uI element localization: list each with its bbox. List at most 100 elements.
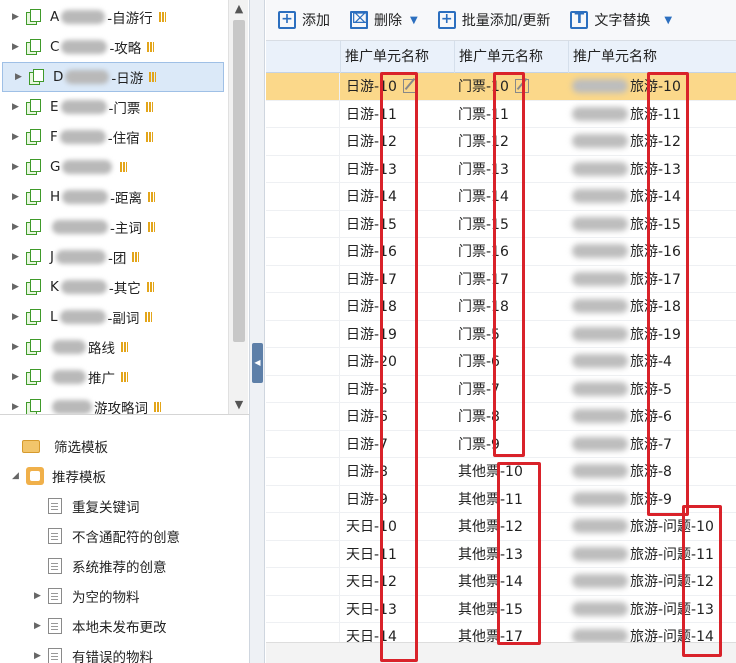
- table-cell[interactable]: 日游-11: [346, 101, 397, 128]
- expand-arrow-icon[interactable]: ▶: [12, 222, 22, 232]
- text-replace-button[interactable]: T 文字替换 ▼: [570, 6, 672, 34]
- row-header[interactable]: [266, 293, 340, 320]
- table-cell[interactable]: 旅游-问题-11: [572, 541, 714, 568]
- table-cell[interactable]: 天日-12: [346, 568, 397, 595]
- table-cell[interactable]: 门票-7: [458, 376, 500, 403]
- row-header[interactable]: [266, 595, 340, 623]
- table-cell[interactable]: 日游-12: [346, 128, 397, 155]
- expand-arrow-icon[interactable]: ▶: [12, 192, 22, 202]
- tree-item[interactable]: ▶ 游攻略词: [0, 392, 228, 414]
- expand-arrow-icon[interactable]: ▶: [12, 372, 22, 382]
- tree-item[interactable]: ▶ 路线: [0, 332, 228, 362]
- expand-arrow-icon[interactable]: ▶: [12, 42, 22, 52]
- tree-item[interactable]: ▶ L -副词: [0, 302, 228, 332]
- table-row[interactable]: 日游-14 门票-14 旅游-14: [266, 183, 736, 211]
- table-cell[interactable]: 旅游-4: [572, 348, 672, 375]
- table-cell[interactable]: 门票-15: [458, 211, 509, 238]
- table-row[interactable]: 日游-19 门票-5 旅游-19: [266, 320, 736, 348]
- table-row[interactable]: 天日-11 其他票-13 旅游-问题-11: [266, 540, 736, 568]
- table-cell[interactable]: 旅游-14: [572, 183, 681, 210]
- expand-arrow-icon[interactable]: ▶: [34, 621, 44, 631]
- expand-arrow-icon[interactable]: ▶: [12, 342, 22, 352]
- row-header[interactable]: [266, 458, 340, 485]
- tree-item[interactable]: ▶ A -自游行: [0, 2, 228, 32]
- tree-item[interactable]: ▶ E -门票: [0, 92, 228, 122]
- row-header[interactable]: [266, 210, 340, 238]
- table-cell[interactable]: 旅游-11: [572, 101, 681, 128]
- table-cell[interactable]: 旅游-16: [572, 238, 681, 265]
- table-cell[interactable]: 门票-9: [458, 431, 500, 458]
- table-cell[interactable]: 天日-10: [346, 513, 397, 540]
- bulk-add-update-button[interactable]: + 批量添加/更新: [437, 6, 550, 34]
- table-row[interactable]: 天日-10 其他票-12 旅游-问题-10: [266, 513, 736, 541]
- panel-splitter[interactable]: ◀: [250, 0, 265, 663]
- expand-arrow-icon[interactable]: ▶: [34, 651, 44, 661]
- table-cell[interactable]: 旅游-5: [572, 376, 672, 403]
- table-cell[interactable]: 天日-13: [346, 596, 397, 623]
- table-cell[interactable]: 旅游-15: [572, 211, 681, 238]
- row-header[interactable]: [266, 485, 340, 513]
- table-cell[interactable]: 日游-15: [346, 211, 397, 238]
- table-cell[interactable]: 日游-7: [346, 431, 388, 458]
- table-row[interactable]: 日游-11 门票-11 旅游-11: [266, 100, 736, 128]
- table-cell[interactable]: 旅游-问题-12: [572, 568, 714, 595]
- expand-arrow-icon[interactable]: ▶: [12, 102, 22, 112]
- expand-arrow-icon[interactable]: ▶: [12, 162, 22, 172]
- table-cell[interactable]: 门票-5: [458, 321, 500, 348]
- table-row[interactable]: 日游-20 门票-6 旅游-4: [266, 348, 736, 376]
- table-row[interactable]: 日游-7 门票-9 旅游-7: [266, 430, 736, 458]
- tree-scrollbar[interactable]: ▲ ▼: [228, 0, 248, 414]
- table-cell[interactable]: 门票-13: [458, 156, 509, 183]
- table-cell[interactable]: 旅游-问题-13: [572, 596, 714, 623]
- expand-arrow-icon[interactable]: ▶: [12, 312, 22, 322]
- row-header[interactable]: [266, 73, 340, 100]
- table-row[interactable]: 日游-5 门票-7 旅游-5: [266, 375, 736, 403]
- scroll-down-arrow-icon[interactable]: ▼: [229, 396, 249, 414]
- table-row[interactable]: 天日-12 其他票-14 旅游-问题-12: [266, 568, 736, 596]
- row-header[interactable]: [266, 375, 340, 403]
- table-cell[interactable]: 日游-19: [346, 321, 397, 348]
- filter-item[interactable]: 系统推荐的创意: [48, 553, 167, 579]
- row-header[interactable]: [266, 513, 340, 540]
- expand-arrow-icon[interactable]: ▶: [34, 591, 44, 601]
- table-cell[interactable]: 旅游-9: [572, 486, 672, 513]
- edit-icon[interactable]: [402, 79, 417, 93]
- table-row[interactable]: 日游-15 门票-15 旅游-15: [266, 210, 736, 238]
- filter-item[interactable]: 不含通配符的创意: [48, 523, 180, 549]
- table-cell[interactable]: 日游-9: [346, 486, 388, 513]
- table-cell[interactable]: 旅游-19: [572, 321, 681, 348]
- table-cell[interactable]: 日游-14: [346, 183, 397, 210]
- row-header[interactable]: [266, 403, 340, 430]
- row-header[interactable]: [266, 100, 340, 128]
- row-header[interactable]: [266, 238, 340, 265]
- expand-arrow-icon[interactable]: ▶: [12, 402, 22, 412]
- filter-item[interactable]: 重复关键词: [48, 493, 140, 519]
- row-header[interactable]: [266, 183, 340, 210]
- expand-arrow-icon[interactable]: ▶: [12, 132, 22, 142]
- table-cell[interactable]: 旅游-10: [572, 73, 681, 100]
- table-cell[interactable]: 其他票-15: [458, 596, 523, 623]
- table-row[interactable]: 日游-6 门票-8 旅游-6: [266, 403, 736, 431]
- table-cell[interactable]: 门票-16: [458, 238, 509, 265]
- table-row[interactable]: 日游-10 门票-10 旅游-10: [266, 73, 736, 101]
- table-row[interactable]: 天日-13 其他票-15 旅游-问题-13: [266, 595, 736, 623]
- row-header[interactable]: [266, 568, 340, 595]
- table-cell[interactable]: 日游-8: [346, 458, 388, 485]
- table-cell[interactable]: 门票-11: [458, 101, 509, 128]
- table-cell[interactable]: 日游-20: [346, 348, 397, 375]
- table-cell[interactable]: 其他票-17: [458, 623, 523, 642]
- expand-arrow-icon[interactable]: ▶: [12, 252, 22, 262]
- row-header[interactable]: [266, 128, 340, 155]
- tree-item[interactable]: ▶ -主词: [0, 212, 228, 242]
- scroll-thumb[interactable]: [233, 20, 245, 342]
- expand-arrow-icon[interactable]: ▶: [15, 72, 25, 82]
- table-cell[interactable]: 门票-17: [458, 266, 509, 293]
- table-cell[interactable]: 旅游-问题-10: [572, 513, 714, 540]
- table-row[interactable]: 日游-12 门票-12 旅游-12: [266, 128, 736, 156]
- row-header[interactable]: [266, 540, 340, 568]
- collapse-arrow-icon[interactable]: ◀: [252, 343, 263, 383]
- add-button[interactable]: + 添加: [278, 6, 330, 34]
- table-cell[interactable]: 其他票-14: [458, 568, 523, 595]
- table-cell[interactable]: 其他票-10: [458, 458, 523, 485]
- expand-arrow-icon[interactable]: ▶: [12, 282, 22, 292]
